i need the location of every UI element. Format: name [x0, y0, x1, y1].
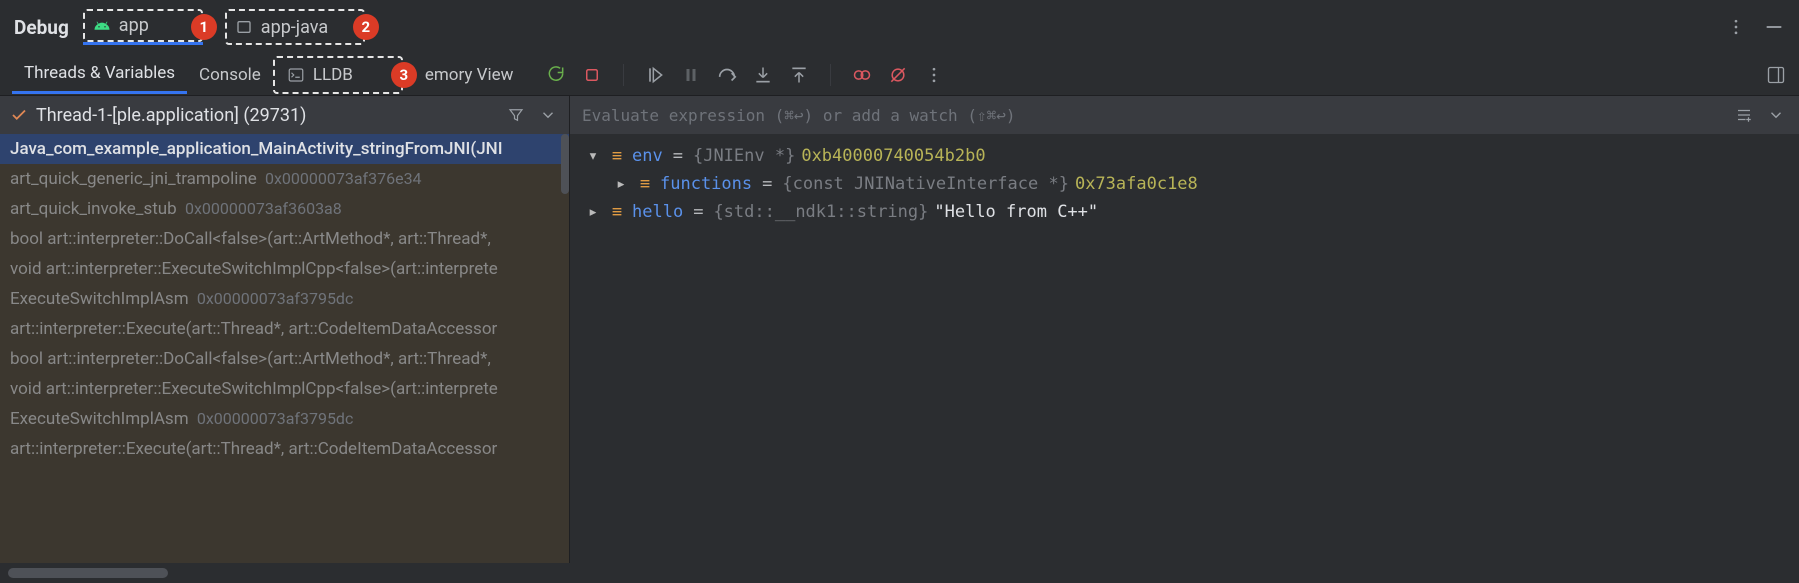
equals: = [762, 174, 772, 194]
filter-icon[interactable] [505, 104, 527, 126]
stack-frame[interactable]: art::interpreter::Execute(art::Thread*, … [0, 434, 569, 464]
frame-address: 0x00000073af3603a8 [185, 199, 342, 218]
tab-console[interactable]: Console [187, 57, 273, 93]
frame-name: bool art::interpreter::DoCall<false>(art… [10, 349, 491, 369]
tab-threads-variables[interactable]: Threads & Variables [12, 55, 187, 94]
var-type: {std::__ndk1::string} [713, 202, 928, 222]
debug-toolbar: Threads & Variables Console LLDB 3 emory… [0, 54, 1799, 96]
variable-row[interactable]: ▸ ≡ hello = {std::__ndk1::string} "Hello… [584, 198, 1785, 226]
chevron-down-icon[interactable] [537, 104, 559, 126]
thread-label: Thread-1-[ple.application] (29731) [36, 105, 306, 126]
view-breakpoints-icon[interactable] [851, 64, 873, 86]
variables-tree[interactable]: ▾ ≡ env = {JNIEnv *} 0xb40000740054b2b0 … [570, 134, 1799, 563]
evaluate-expression-input[interactable]: Evaluate expression (⌘↩) or add a watch … [570, 96, 1799, 134]
var-name: hello [632, 202, 683, 222]
frame-name: art_quick_invoke_stub [10, 199, 177, 219]
struct-icon: ≡ [636, 174, 654, 194]
rerun-icon[interactable] [545, 64, 567, 86]
resume-icon[interactable] [644, 64, 666, 86]
step-out-icon[interactable] [788, 64, 810, 86]
session-tab-app[interactable]: app [83, 9, 203, 45]
debug-topbar: Debug app 1 app-java 2 [0, 0, 1799, 54]
var-name: env [632, 146, 663, 166]
step-into-icon[interactable] [752, 64, 774, 86]
var-value: 0x73afa0c1e8 [1075, 174, 1198, 194]
equals: = [693, 202, 703, 222]
struct-icon: ≡ [608, 202, 626, 222]
callout-1: 1 [191, 14, 217, 40]
session-tab-label: app [119, 15, 149, 36]
check-icon [10, 106, 28, 124]
callout-2: 2 [353, 14, 379, 40]
step-over-icon[interactable] [716, 64, 738, 86]
caret-right-icon[interactable]: ▸ [584, 202, 602, 222]
terminal-icon [235, 18, 253, 36]
tab-lldb-label: LLDB [313, 65, 353, 85]
separator [830, 64, 831, 86]
frame-name: Java_com_example_application_MainActivit… [10, 139, 503, 159]
frame-name: art::interpreter::Execute(art::Thread*, … [10, 319, 497, 339]
frame-address: 0x00000073af376e34 [265, 169, 422, 188]
expression-placeholder: Evaluate expression (⌘↩) or add a watch … [582, 106, 1015, 125]
variable-row[interactable]: ▸ ≡ functions = {const JNINativeInterfac… [584, 170, 1785, 198]
stack-frame[interactable]: art_quick_generic_jni_trampoline 0x00000… [0, 164, 569, 194]
frame-name: art_quick_generic_jni_trampoline [10, 169, 257, 189]
session-tab-app-java[interactable]: app-java [225, 9, 365, 45]
mute-breakpoints-icon[interactable] [887, 64, 909, 86]
frame-name: art::interpreter::Execute(art::Thread*, … [10, 439, 497, 459]
terminal-icon [285, 64, 307, 86]
callout-3: 3 [391, 62, 417, 88]
stack-frame[interactable]: bool art::interpreter::DoCall<false>(art… [0, 344, 569, 374]
separator [623, 64, 624, 86]
frame-address: 0x00000073af3795dc [197, 409, 354, 428]
var-name: functions [660, 174, 752, 194]
frames-list[interactable]: Java_com_example_application_MainActivit… [0, 134, 569, 563]
var-type: {JNIEnv *} [693, 146, 795, 166]
android-icon [93, 17, 111, 35]
frame-name: void art::interpreter::ExecuteSwitchImpl… [10, 259, 498, 279]
variables-pane: Evaluate expression (⌘↩) or add a watch … [570, 96, 1799, 563]
horizontal-scrollbar[interactable] [8, 568, 168, 578]
add-watch-icon[interactable] [1733, 104, 1755, 126]
equals: = [673, 146, 683, 166]
caret-right-icon[interactable]: ▸ [612, 174, 630, 194]
horizontal-scrollbar-track [0, 563, 1799, 583]
struct-icon: ≡ [608, 146, 626, 166]
stack-frame[interactable]: Java_com_example_application_MainActivit… [0, 134, 569, 164]
stack-frame[interactable]: ExecuteSwitchImplAsm 0x00000073af3795dc [0, 404, 569, 434]
var-value: "Hello from C++" [934, 202, 1098, 222]
session-tab-label: app-java [261, 17, 328, 38]
tab-lldb[interactable]: LLDB [273, 56, 403, 94]
frame-name: bool art::interpreter::DoCall<false>(art… [10, 229, 491, 249]
more-vertical-icon[interactable] [1725, 16, 1747, 38]
session-tabs: app 1 app-java 2 [83, 9, 379, 45]
stop-icon[interactable] [581, 64, 603, 86]
stack-frame[interactable]: bool art::interpreter::DoCall<false>(art… [0, 224, 569, 254]
frames-pane: Thread-1-[ple.application] (29731) Java_… [0, 96, 570, 563]
caret-down-icon[interactable]: ▾ [584, 146, 602, 166]
thread-selector[interactable]: Thread-1-[ple.application] (29731) [0, 96, 569, 134]
frame-name: void art::interpreter::ExecuteSwitchImpl… [10, 379, 498, 399]
stack-frame[interactable]: ExecuteSwitchImplAsm 0x00000073af3795dc [0, 284, 569, 314]
pause-icon[interactable] [680, 64, 702, 86]
frame-address: 0x00000073af3795dc [197, 289, 354, 308]
stack-frame[interactable]: art::interpreter::Execute(art::Thread*, … [0, 314, 569, 344]
more-vertical-icon[interactable] [923, 64, 945, 86]
frame-name: ExecuteSwitchImplAsm [10, 289, 189, 309]
tab-memory-view[interactable]: emory View [413, 57, 526, 93]
var-type: {const JNINativeInterface *} [782, 174, 1069, 194]
stack-frame[interactable]: void art::interpreter::ExecuteSwitchImpl… [0, 254, 569, 284]
chevron-down-icon[interactable] [1765, 104, 1787, 126]
var-value: 0xb40000740054b2b0 [801, 146, 985, 166]
variable-row[interactable]: ▾ ≡ env = {JNIEnv *} 0xb40000740054b2b0 [584, 142, 1785, 170]
minimize-icon[interactable] [1763, 16, 1785, 38]
stack-frame[interactable]: void art::interpreter::ExecuteSwitchImpl… [0, 374, 569, 404]
vertical-scrollbar[interactable] [561, 134, 569, 194]
frame-name: ExecuteSwitchImplAsm [10, 409, 189, 429]
stack-frame[interactable]: art_quick_invoke_stub 0x00000073af3603a8 [0, 194, 569, 224]
layout-settings-icon[interactable] [1765, 64, 1787, 86]
panel-title: Debug [14, 16, 77, 39]
